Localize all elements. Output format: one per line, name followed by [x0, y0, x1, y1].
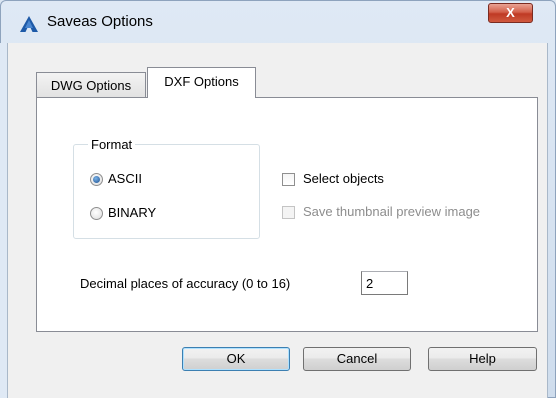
window-title: Saveas Options	[47, 13, 153, 30]
format-group-label: Format	[88, 137, 136, 152]
decimal-places-input[interactable]	[361, 271, 408, 295]
binary-radio-label[interactable]: BINARY	[108, 205, 156, 220]
decimal-places-label: Decimal places of accuracy (0 to 16)	[80, 276, 291, 291]
title-bar[interactable]: Saveas Options X	[0, 0, 556, 44]
save-thumbnail-label: Save thumbnail preview image	[303, 204, 481, 219]
select-objects-checkbox[interactable]	[282, 173, 295, 186]
autocad-app-icon	[20, 16, 38, 32]
ok-button[interactable]: OK	[182, 347, 290, 371]
tab-dxf-options[interactable]: DXF Options	[147, 67, 256, 98]
tab-dwg-options[interactable]: DWG Options	[36, 72, 146, 97]
format-groupbox	[73, 144, 260, 239]
close-icon: X	[506, 5, 515, 20]
close-button[interactable]: X	[488, 3, 533, 23]
select-objects-label[interactable]: Select objects	[303, 171, 384, 186]
ascii-radio[interactable]	[90, 173, 103, 186]
ascii-radio-label[interactable]: ASCII	[108, 171, 142, 186]
binary-radio[interactable]	[90, 207, 103, 220]
window-border-left	[0, 43, 7, 398]
save-thumbnail-checkbox	[282, 206, 295, 219]
cancel-button[interactable]: Cancel	[303, 347, 411, 371]
help-button[interactable]: Help	[428, 347, 537, 371]
